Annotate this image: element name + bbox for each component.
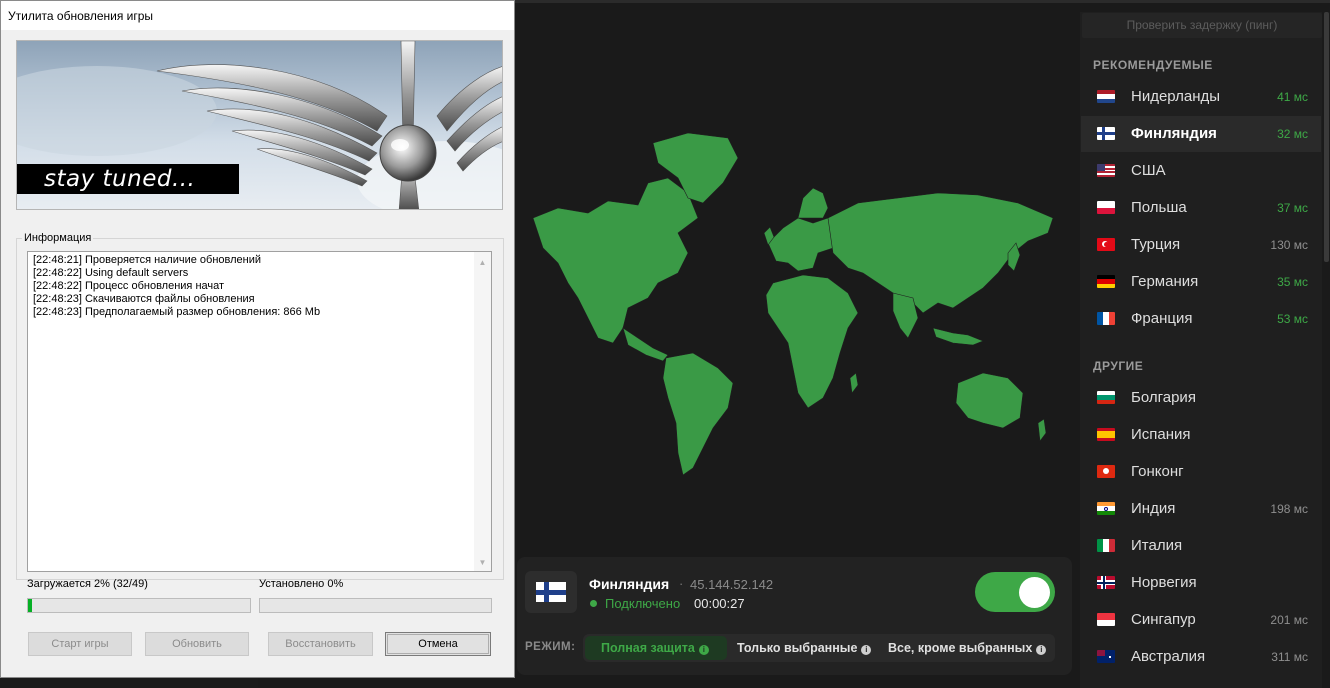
server-name: Италия bbox=[1131, 537, 1183, 554]
scrollbar-thumb[interactable] bbox=[1324, 12, 1329, 262]
hk-flag-icon bbox=[1097, 465, 1115, 478]
status-dot-icon bbox=[590, 600, 597, 607]
server-ping: 201 мс bbox=[1270, 613, 1308, 627]
server-item-pl[interactable]: Польша 37 мс bbox=[1081, 190, 1321, 226]
server-item-fi[interactable]: Финляндия 32 мс bbox=[1081, 116, 1321, 152]
server-name: Австралия bbox=[1131, 648, 1206, 665]
info-icon: i bbox=[698, 645, 709, 655]
server-item-fr[interactable]: Франция 53 мс bbox=[1081, 301, 1321, 337]
mode-option-label: Все, кроме выбранных bbox=[888, 641, 1033, 655]
cancel-button-focus-ring bbox=[387, 634, 489, 654]
server-ping: 41 мс bbox=[1277, 90, 1308, 104]
sg-flag-icon bbox=[1097, 613, 1115, 626]
restore-button[interactable]: Восстановить bbox=[268, 632, 373, 656]
pl-flag-icon bbox=[1097, 201, 1115, 214]
others-header: ДРУГИЕ bbox=[1093, 359, 1144, 373]
connection-flag bbox=[525, 571, 577, 613]
mode-option-label: Только выбранные bbox=[737, 641, 858, 655]
info-icon: i bbox=[861, 645, 872, 655]
download-progress-fill bbox=[28, 599, 32, 612]
no-flag-icon bbox=[1097, 576, 1115, 589]
server-name: Индия bbox=[1131, 500, 1176, 517]
recommended-header: РЕКОМЕНДУЕМЫЕ bbox=[1093, 58, 1213, 72]
au-flag-icon bbox=[1097, 650, 1115, 663]
server-ping: 130 мс bbox=[1270, 238, 1308, 252]
server-item-es[interactable]: Испания bbox=[1081, 417, 1321, 453]
server-item-in[interactable]: Индия 198 мс bbox=[1081, 491, 1321, 527]
server-name: Норвегия bbox=[1131, 574, 1197, 591]
server-ping: 32 мс bbox=[1277, 127, 1308, 141]
log-line: [22:48:23] Скачиваются файлы обновления bbox=[33, 293, 255, 305]
info-icon: i bbox=[1036, 645, 1047, 655]
toggle-knob bbox=[1019, 577, 1050, 608]
download-progress-bar bbox=[27, 598, 251, 613]
banner-caption: stay tuned... bbox=[44, 166, 196, 192]
server-ping: 311 мс bbox=[1271, 650, 1308, 664]
log-line: [22:48:21] Проверяется наличие обновлени… bbox=[33, 254, 262, 266]
mode-option-selected-only[interactable]: Только выбранные i bbox=[737, 641, 872, 655]
window-title: Утилита обновления игры bbox=[8, 9, 154, 23]
server-item-no[interactable]: Норвегия bbox=[1081, 565, 1321, 601]
check-ping-button[interactable]: Проверить задержку (пинг) bbox=[1082, 13, 1322, 38]
it-flag-icon bbox=[1097, 539, 1115, 552]
mode-option-label: Полная защита bbox=[601, 641, 695, 655]
server-item-nl[interactable]: Нидерланды 41 мс bbox=[1081, 79, 1321, 115]
connection-ip: 45.144.52.142 bbox=[690, 577, 774, 592]
info-groupbox-label: Информация bbox=[22, 232, 94, 244]
connection-country: Финляндия bbox=[589, 576, 670, 592]
bg-flag-icon bbox=[1097, 391, 1115, 404]
server-ping: 35 мс bbox=[1277, 275, 1308, 289]
server-name: Финляндия bbox=[1131, 125, 1217, 142]
server-name: Турция bbox=[1131, 236, 1181, 253]
server-name: Гонконг bbox=[1131, 463, 1184, 480]
server-ping: 53 мс bbox=[1277, 312, 1308, 326]
update-button[interactable]: Обновить bbox=[145, 632, 249, 656]
finland-flag-icon bbox=[536, 582, 566, 602]
us-flag-icon bbox=[1097, 164, 1115, 177]
start-game-button[interactable]: Старт игры bbox=[28, 632, 132, 656]
log-line: [22:48:22] Процесс обновления начат bbox=[33, 280, 225, 292]
connection-status: Подключено bbox=[605, 596, 681, 611]
server-item-sg[interactable]: Сингапур 201 мс bbox=[1081, 602, 1321, 638]
fi-flag-icon bbox=[1097, 127, 1115, 140]
log-scrollbar[interactable] bbox=[474, 252, 491, 571]
connection-timer: 00:00:27 bbox=[694, 596, 745, 611]
server-item-it[interactable]: Италия bbox=[1081, 528, 1321, 564]
server-ping: 37 мс bbox=[1277, 201, 1308, 215]
de-flag-icon bbox=[1097, 275, 1115, 288]
fr-flag-icon bbox=[1097, 312, 1115, 325]
server-item-bg[interactable]: Болгария bbox=[1081, 380, 1321, 416]
server-name: США bbox=[1131, 162, 1166, 179]
world-map-graphic bbox=[532, 132, 1054, 476]
server-ping: 198 мс bbox=[1270, 502, 1308, 516]
server-name: Франция bbox=[1131, 310, 1193, 327]
mode-label: РЕЖИМ: bbox=[525, 641, 576, 653]
server-item-au[interactable]: Австралия 311 мс bbox=[1081, 639, 1321, 675]
install-progress-bar bbox=[259, 598, 492, 613]
server-item-hk[interactable]: Гонконг bbox=[1081, 454, 1321, 490]
scroll-up-icon[interactable]: ▲ bbox=[477, 258, 488, 267]
server-name: Польша bbox=[1131, 199, 1187, 216]
server-name: Испания bbox=[1131, 426, 1191, 443]
mode-option-all-except[interactable]: Все, кроме выбранных i bbox=[888, 641, 1047, 655]
server-item-tr[interactable]: Турция 130 мс bbox=[1081, 227, 1321, 263]
mode-option-full[interactable]: Полная защита i bbox=[601, 641, 709, 655]
log-line: [22:48:23] Предполагаемый размер обновле… bbox=[33, 306, 321, 318]
scroll-down-icon[interactable]: ▼ bbox=[477, 558, 488, 567]
connection-separator: · bbox=[679, 576, 684, 591]
log-line: [22:48:22] Using default servers bbox=[33, 267, 189, 279]
nl-flag-icon bbox=[1097, 90, 1115, 103]
download-progress-label: Загружается 2% (32/49) bbox=[27, 578, 148, 590]
server-name: Германия bbox=[1131, 273, 1199, 290]
server-item-us[interactable]: США bbox=[1081, 153, 1321, 189]
server-item-de[interactable]: Германия 35 мс bbox=[1081, 264, 1321, 300]
in-flag-icon bbox=[1097, 502, 1115, 515]
server-name: Сингапур bbox=[1131, 611, 1196, 628]
server-name: Болгария bbox=[1131, 389, 1196, 406]
server-name: Нидерланды bbox=[1131, 88, 1221, 105]
install-progress-label: Установлено 0% bbox=[259, 578, 344, 590]
es-flag-icon bbox=[1097, 428, 1115, 441]
tr-flag-icon bbox=[1097, 238, 1115, 251]
